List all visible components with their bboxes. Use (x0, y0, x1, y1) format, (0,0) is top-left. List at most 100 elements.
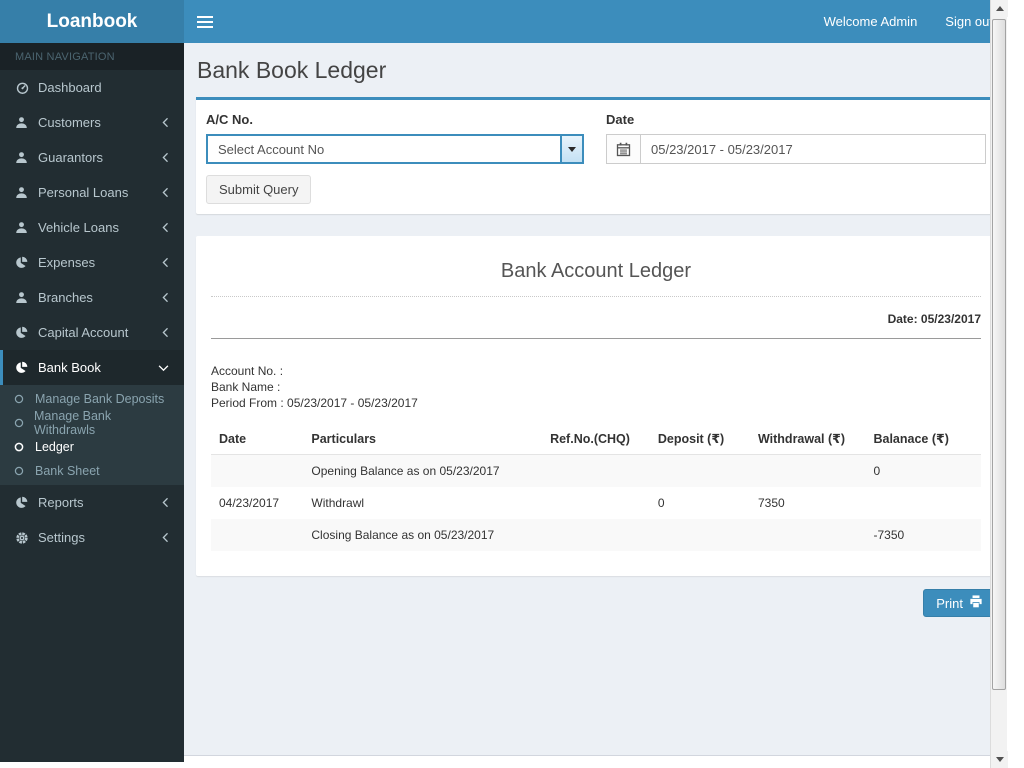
print-button-label: Print (936, 595, 963, 611)
sidebar-item-dashboard[interactable]: Dashboard (0, 70, 184, 105)
sidebar-item-capital-account[interactable]: Capital Account (0, 315, 184, 350)
col-header-withdrawal: Withdrawal (₹) (749, 423, 866, 455)
sidebar-item-customers[interactable]: Customers (0, 105, 184, 140)
vertical-scrollbar[interactable] (990, 0, 1008, 768)
scrollbar-thumb[interactable] (992, 19, 1006, 690)
circle-o-icon (14, 394, 35, 404)
sidebar-item-label: Customers (38, 115, 101, 130)
printer-icon (969, 595, 983, 611)
submit-query-button[interactable]: Submit Query (206, 175, 312, 204)
main-area: Welcome Admin Sign out Bank Book Ledger … (184, 0, 1007, 768)
submenu-item-label: Ledger (35, 440, 74, 454)
sidebar-item-label: Personal Loans (38, 185, 129, 200)
sidebar-item-label: Branches (38, 290, 93, 305)
bank-book-submenu: Manage Bank Deposits Manage Bank Withdra… (0, 385, 184, 485)
chevron-left-icon (162, 327, 169, 338)
cell-date: 04/23/2017 (219, 496, 280, 510)
date-range-group (606, 134, 986, 164)
chevron-left-icon (162, 222, 169, 233)
user-icon (15, 221, 38, 234)
caret-down-icon (568, 146, 576, 152)
dotted-divider (211, 296, 981, 297)
sidebar-section-header: MAIN NAVIGATION (0, 43, 184, 70)
calendar-icon (606, 134, 640, 164)
bank-name-line: Bank Name : (211, 380, 281, 394)
select-dropdown-button[interactable] (560, 136, 582, 162)
col-header-deposit: Deposit (₹) (649, 423, 750, 455)
cell-particulars: Withdrawl (311, 496, 365, 510)
sidebar-item-bank-sheet[interactable]: Bank Sheet (0, 459, 184, 483)
app-logo[interactable]: Loanbook (0, 0, 184, 43)
chevron-left-icon (162, 187, 169, 198)
sidebar-item-settings[interactable]: Settings (0, 520, 184, 555)
user-icon (15, 151, 38, 164)
sidebar-item-label: Guarantors (38, 150, 104, 165)
col-header-balance: Balanace (₹) (865, 423, 981, 455)
scroll-up-arrow-icon[interactable] (991, 0, 1008, 17)
chevron-left-icon (162, 292, 169, 303)
submenu-item-label: Manage Bank Deposits (35, 392, 165, 406)
cell-withdrawal (750, 519, 866, 551)
sidebar-item-expenses[interactable]: Expenses (0, 245, 184, 280)
cell-deposit (650, 455, 750, 488)
chevron-left-icon (162, 532, 169, 543)
account-no-select[interactable]: Select Account No (206, 134, 584, 164)
sidebar-item-reports[interactable]: Reports (0, 485, 184, 520)
date-label: Date (606, 112, 635, 127)
scroll-down-arrow-icon[interactable] (991, 751, 1008, 768)
sidebar-item-manage-bank-withdrawls[interactable]: Manage Bank Withdrawls (0, 409, 184, 437)
pie-chart-icon (15, 361, 38, 374)
pie-chart-icon (15, 496, 38, 509)
filter-box: A/C No. Select Account No Submit Query D… (196, 97, 996, 214)
pie-chart-icon (15, 326, 38, 339)
user-icon (15, 186, 38, 199)
navbar-right: Welcome Admin Sign out (810, 0, 1007, 43)
sidebar-item-label: Capital Account (38, 325, 129, 340)
sidebar-item-label: Dashboard (38, 80, 102, 95)
cell-refno (542, 519, 650, 551)
circle-o-icon (14, 418, 34, 428)
account-no-label: A/C No. (206, 112, 253, 127)
table-header-row: Date Particulars Ref.No.(CHQ) Deposit (₹… (211, 423, 981, 455)
submenu-item-label: Manage Bank Withdrawls (34, 409, 112, 437)
chevron-left-icon (162, 152, 169, 163)
sidebar-container: Loanbook MAIN NAVIGATION Dashboard Custo… (0, 0, 184, 768)
pie-chart-icon (15, 256, 38, 269)
user-icon (15, 116, 38, 129)
top-navbar: Welcome Admin Sign out (184, 0, 1007, 43)
sidebar-item-label: Vehicle Loans (38, 220, 119, 235)
cell-particulars: Closing Balance as on 05/23/2017 (311, 528, 495, 542)
sidebar-item-ledger[interactable]: Ledger (0, 435, 184, 459)
cell-deposit: 0 (657, 496, 665, 510)
cell-withdrawal (750, 455, 866, 488)
account-no-select-value: Select Account No (218, 141, 325, 157)
sidebar-item-label: Expenses (38, 255, 96, 270)
sidebar-item-bank-book[interactable]: Bank Book (0, 350, 184, 385)
print-button[interactable]: Print (923, 589, 996, 617)
sidebar-toggle-icon[interactable] (184, 0, 226, 43)
content-wrapper: Bank Book Ledger A/C No. Select Account … (184, 43, 1007, 756)
col-header-refno: Ref.No.(CHQ) (542, 423, 650, 455)
gear-icon (15, 531, 38, 545)
sidebar-item-branches[interactable]: Branches (0, 280, 184, 315)
cell-balance: 0 (873, 464, 881, 478)
sidebar-item-vehicle-loans[interactable]: Vehicle Loans (0, 210, 184, 245)
report-title: Bank Account Ledger (500, 260, 692, 282)
cell-date (211, 455, 303, 488)
account-no-line: Account No. : (211, 364, 284, 378)
sidebar-item-guarantors[interactable]: Guarantors (0, 140, 184, 175)
cell-deposit (650, 519, 750, 551)
welcome-user-link[interactable]: Welcome Admin (810, 0, 932, 43)
col-header-particulars: Particulars (303, 423, 543, 455)
table-row: Opening Balance as on 05/23/2017 0 (211, 454, 981, 488)
table-row: 04/23/2017 Withdrawl 0 7350 (211, 487, 981, 519)
sidebar-item-personal-loans[interactable]: Personal Loans (0, 175, 184, 210)
sidebar-item-manage-bank-deposits[interactable]: Manage Bank Deposits (0, 387, 184, 411)
cell-refno (542, 487, 650, 519)
table-row: Closing Balance as on 05/23/2017 -7350 (211, 519, 981, 551)
sidebar-nav: MAIN NAVIGATION Dashboard Customers Guar… (0, 43, 184, 762)
date-range-input[interactable] (640, 134, 986, 164)
chevron-left-icon (162, 117, 169, 128)
cell-particulars: Opening Balance as on 05/23/2017 (311, 464, 500, 478)
app-window: Loanbook MAIN NAVIGATION Dashboard Custo… (0, 0, 1008, 768)
